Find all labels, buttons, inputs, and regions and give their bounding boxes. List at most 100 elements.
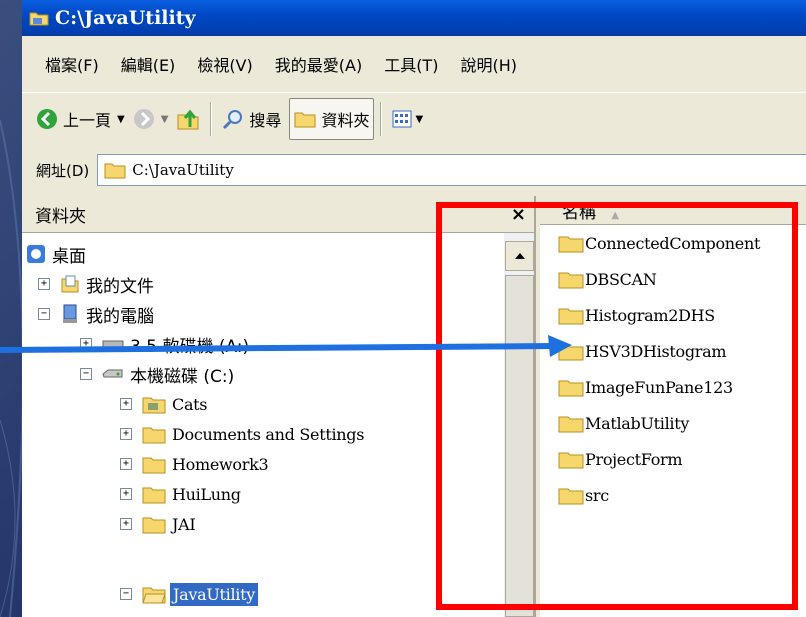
folder-tree: 桌面 + 我的文件 − 我的電腦 + 3.5 軟碟機 (A:) − 本機磁碟 (… [22, 233, 500, 617]
collapse-icon[interactable]: − [38, 308, 50, 320]
toolbar-separator [210, 102, 213, 136]
folders-label: 資料夾 [321, 111, 370, 130]
menu-file[interactable]: 檔案(F) [45, 52, 99, 76]
list-item[interactable]: Histogram2DHS [558, 300, 715, 330]
search-icon [223, 110, 243, 130]
list-item-label: MatlabUtility [585, 413, 690, 433]
column-name-header[interactable]: 名稱 ▲ [562, 198, 619, 223]
tree-item-documents-and-settings[interactable]: + Documents and Settings [120, 419, 364, 449]
tree-label-selected: JavaUtility [170, 582, 258, 606]
close-icon[interactable]: × [511, 204, 526, 225]
explorer-window: C:\JavaUtility 檔案(F) 編輯(E) 檢視(V) 我的最愛(A)… [22, 0, 806, 617]
tree-label: Documents and Settings [172, 424, 365, 444]
scrollbar-thumb[interactable] [505, 275, 534, 617]
tree-item-jai[interactable]: + JAI [120, 509, 196, 539]
forward-arrow-icon [133, 109, 154, 129]
list-item-label: DBSCAN [585, 269, 657, 289]
list-item[interactable]: HSV3DHistogram [558, 336, 727, 366]
folders-button[interactable]: 資料夾 [289, 98, 375, 140]
folder-icon [558, 488, 584, 505]
tree-label: 桌面 [52, 246, 86, 267]
expand-icon[interactable]: + [120, 488, 132, 500]
expand-icon[interactable]: + [80, 338, 92, 350]
back-button[interactable]: 上一頁 ▼ [32, 99, 129, 139]
expand-icon[interactable]: + [120, 398, 132, 410]
folder-icon [294, 112, 316, 128]
triangle-up-icon [514, 253, 525, 259]
tree-item-floppy[interactable]: + 3.5 軟碟機 (A:) [80, 329, 249, 359]
menu-view[interactable]: 檢視(V) [197, 52, 252, 76]
tree-item-desktop[interactable]: 桌面 [26, 239, 86, 269]
tree-label: Cats [172, 394, 208, 414]
list-item[interactable]: DBSCAN [558, 264, 657, 294]
address-label: 網址(D) [36, 161, 90, 180]
column-label: 名稱 [562, 202, 596, 223]
folder-icon [558, 308, 584, 325]
open-folder-icon [142, 587, 166, 604]
tree-item-my-documents[interactable]: + 我的文件 [38, 269, 154, 299]
vertical-scrollbar[interactable] [504, 233, 534, 617]
expand-icon[interactable]: + [38, 278, 50, 290]
folder-icon [558, 272, 584, 289]
tree-item-my-computer[interactable]: − 我的電腦 [38, 299, 154, 329]
list-item-label: src [585, 485, 609, 505]
documents-icon [61, 275, 79, 293]
list-item-label: ProjectForm [585, 449, 683, 469]
tree-label: HuiLung [172, 484, 241, 504]
list-item[interactable]: src [558, 480, 609, 510]
tree-item-huilung[interactable]: + HuiLung [120, 479, 241, 509]
folder-icon [142, 427, 166, 444]
forward-button[interactable]: ▼ [129, 99, 173, 139]
list-header: 名稱 ▲ [540, 196, 806, 225]
chevron-down-icon[interactable]: ▼ [161, 114, 169, 125]
tree-item-cats[interactable]: + Cats [120, 389, 208, 419]
toolbar: 上一頁 ▼ ▼ 搜尋 資料夾 ▼ [22, 92, 806, 145]
hard-disk-icon [102, 369, 123, 378]
title-bar: C:\JavaUtility [22, 0, 806, 36]
menu-edit[interactable]: 編輯(E) [121, 52, 176, 76]
collapse-icon[interactable]: − [120, 588, 132, 600]
views-button[interactable]: ▼ [388, 99, 427, 139]
menu-tools[interactable]: 工具(T) [384, 52, 438, 76]
expand-icon[interactable]: + [120, 458, 132, 470]
folder-icon [558, 452, 584, 469]
folder-icon [558, 236, 584, 253]
chevron-down-icon[interactable]: ▼ [117, 114, 125, 125]
expand-icon[interactable]: + [120, 518, 132, 530]
search-button[interactable]: 搜尋 [218, 99, 285, 139]
back-arrow-icon [37, 109, 57, 129]
list-item[interactable]: MatlabUtility [558, 408, 689, 438]
expand-icon[interactable]: + [120, 428, 132, 440]
window-title: C:\JavaUtility [55, 7, 196, 29]
list-item[interactable]: ImageFunPane123 [558, 372, 733, 402]
folder-icon [558, 380, 584, 397]
folder-icon [142, 457, 166, 474]
folder-icon [558, 416, 584, 433]
folder-icon [558, 344, 584, 361]
tree-label: 3.5 軟碟機 (A:) [130, 336, 250, 357]
sort-ascending-icon: ▲ [611, 209, 620, 221]
tree-item-local-disk[interactable]: − 本機磁碟 (C:) [80, 359, 234, 389]
back-label: 上一頁 [63, 111, 112, 130]
chevron-down-icon[interactable]: ▼ [415, 114, 423, 125]
list-item[interactable]: ConnectedComponent [558, 228, 760, 258]
menu-help[interactable]: 說明(H) [460, 52, 517, 76]
list-item-label: HSV3DHistogram [585, 341, 727, 361]
list-item-label: Histogram2DHS [585, 305, 715, 325]
address-bar: 網址(D) C:\JavaUtility [22, 148, 806, 192]
list-item[interactable]: ProjectForm [558, 444, 683, 474]
menu-favorites[interactable]: 我的最愛(A) [275, 52, 362, 76]
address-input[interactable]: C:\JavaUtility [97, 154, 806, 186]
up-folder-icon [177, 109, 199, 130]
list-item-label: ConnectedComponent [585, 233, 761, 253]
list-item-label: ImageFunPane123 [585, 377, 733, 397]
tree-item-homework3[interactable]: + Homework3 [120, 449, 269, 479]
up-folder-button[interactable] [172, 99, 204, 139]
scroll-up-button[interactable] [505, 241, 534, 271]
folder-pane-title: 資料夾 [35, 206, 86, 227]
collapse-icon[interactable]: − [80, 368, 92, 380]
tree-item-javautility[interactable]: − JavaUtility [120, 579, 258, 609]
folder-icon [142, 517, 166, 534]
folder-icon [104, 163, 126, 179]
tree-label: 我的文件 [86, 276, 154, 297]
